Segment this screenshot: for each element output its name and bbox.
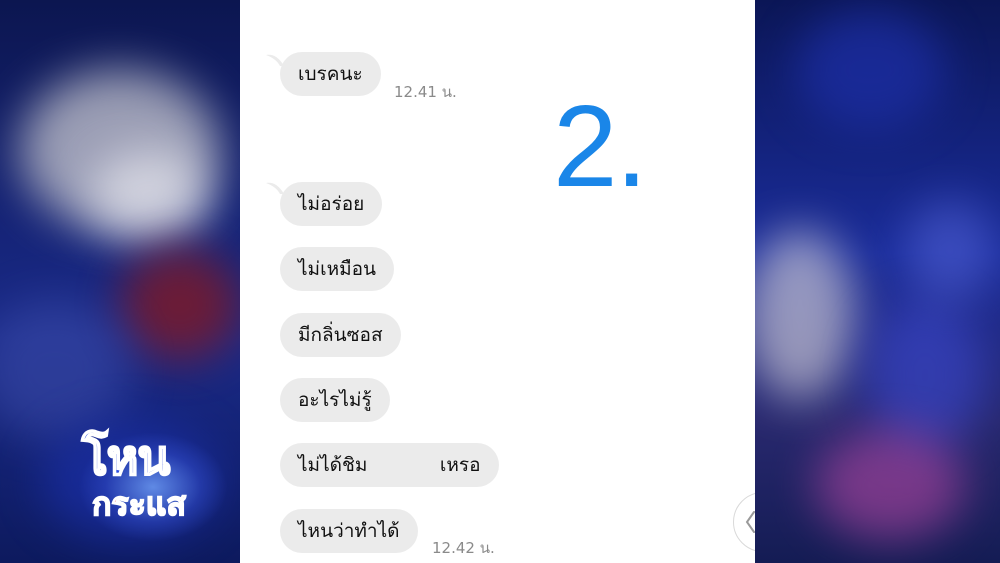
message-timestamp: 12.42 น. xyxy=(432,539,495,557)
chat-message: ไหนว่าทำได้ xyxy=(280,509,418,553)
overlay-number: 2. xyxy=(553,81,648,211)
bubble-tail xyxy=(266,182,284,194)
blurred-background-right xyxy=(755,0,1000,563)
message-timestamp: 12.41 น. xyxy=(394,83,457,101)
chat-message: ไม่เหมือน xyxy=(280,247,395,291)
video-frame: เบรคนะ 12.41 น. 2. ไม่อร่อย ไม่เหมือน มี… xyxy=(0,0,1000,563)
chevron-down-icon xyxy=(745,511,755,533)
scroll-down-button[interactable] xyxy=(733,492,755,552)
chat-message: อะไรไม่รู้ xyxy=(280,378,390,422)
logo-text-bottom: กระแส xyxy=(91,485,186,523)
chat-message: ไม่ได้ชิม เหรอ xyxy=(280,443,499,487)
chat-screenshot: เบรคนะ 12.41 น. 2. ไม่อร่อย ไม่เหมือน มี… xyxy=(240,0,755,563)
chat-message: เบรคนะ xyxy=(280,52,381,96)
channel-logo: โหน กระแส xyxy=(68,432,228,542)
chat-message: ไม่อร่อย xyxy=(280,182,383,226)
chat-message: มีกลิ่นซอส xyxy=(280,313,401,357)
logo-text-top: โหน xyxy=(81,430,171,486)
